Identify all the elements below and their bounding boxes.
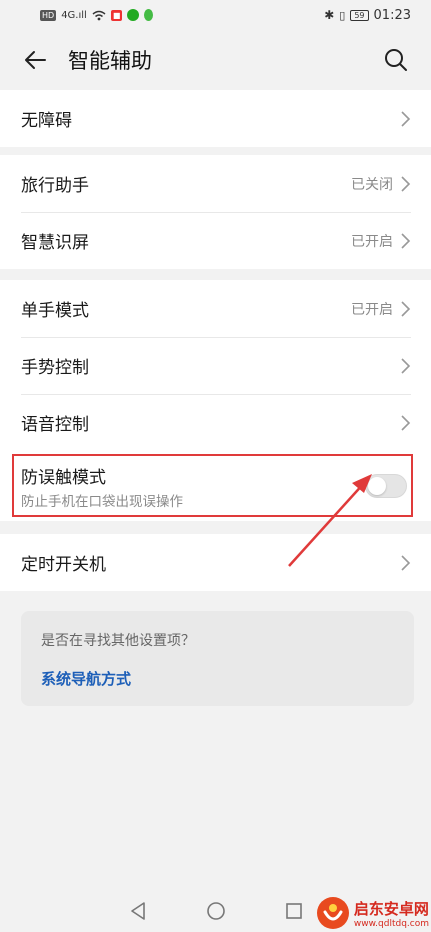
location-icon: [144, 9, 154, 21]
page-title: 智能辅助: [68, 49, 152, 73]
row-label: 定时开关机: [21, 555, 106, 575]
status-right: ✱ ▯ 59 01:23: [324, 8, 411, 23]
vibrate-icon: ▯: [339, 8, 346, 22]
status-bar: HD 4G.ıll ■ ✱ ▯ 59 01:23: [0, 0, 431, 30]
watermark-logo-icon: [316, 897, 349, 929]
nav-recents-icon[interactable]: [283, 900, 305, 922]
settings-card-3: 单手模式 已开启 手势控制 语音控制: [0, 280, 431, 451]
row-label: 语音控制: [21, 415, 89, 435]
highlight-annotation: [12, 454, 413, 517]
row-label: 单手模式: [21, 301, 89, 321]
signal-icon: 4G.ıll: [61, 9, 87, 21]
watermark-text: 启东安卓网: [353, 899, 429, 918]
row-voice-control[interactable]: 语音控制: [0, 394, 431, 451]
app-header: 智能辅助: [0, 30, 431, 90]
back-arrow-icon[interactable]: [20, 45, 50, 75]
settings-card-2: 旅行助手 已关闭 智慧识屏 已开启: [0, 155, 431, 269]
row-gesture-control[interactable]: 手势控制: [0, 337, 431, 394]
row-status: 已开启: [351, 233, 393, 250]
search-icon[interactable]: [381, 45, 411, 75]
row-label: 无障碍: [21, 111, 72, 131]
hd-icon: HD: [40, 9, 57, 21]
row-travel-assistant[interactable]: 旅行助手 已关闭: [0, 155, 431, 212]
settings-card-5: 定时开关机: [0, 534, 431, 591]
row-status: 已开启: [351, 301, 393, 318]
row-accessibility[interactable]: 无障碍: [0, 90, 431, 147]
row-label: 旅行助手: [21, 176, 89, 196]
nav-home-icon[interactable]: [205, 900, 227, 922]
chevron-right-icon: [401, 175, 411, 192]
row-smart-screen[interactable]: 智慧识屏 已开启: [0, 212, 431, 269]
chevron-right-icon: [401, 414, 411, 431]
app-notification-icon-2: [127, 9, 140, 21]
settings-card-1: 无障碍: [0, 90, 431, 147]
watermark-url: www.qdltdq.com: [353, 918, 429, 929]
chevron-right-icon: [401, 554, 411, 571]
row-label: 智慧识屏: [21, 233, 89, 253]
bluetooth-icon: ✱: [324, 8, 335, 22]
row-status: 已关闭: [351, 176, 393, 193]
row-one-hand-mode[interactable]: 单手模式 已开启: [0, 280, 431, 337]
chevron-right-icon: [401, 357, 411, 374]
battery-icon: 59: [350, 9, 369, 21]
app-notification-icon: ■: [110, 9, 123, 21]
suggestion-box: 是否在寻找其他设置项？ 系统导航方式: [21, 611, 414, 706]
suggestion-link[interactable]: 系统导航方式: [41, 668, 394, 689]
chevron-right-icon: [401, 110, 411, 127]
wifi-icon: [92, 10, 106, 20]
nav-back-icon[interactable]: [127, 900, 149, 922]
suggestion-question: 是否在寻找其他设置项？: [41, 633, 195, 649]
watermark: 启东安卓网 www.qdltdq.com: [316, 896, 429, 930]
chevron-right-icon: [401, 300, 411, 317]
status-time: 01:23: [373, 7, 411, 23]
chevron-right-icon: [401, 232, 411, 249]
row-label: 手势控制: [21, 358, 89, 378]
row-scheduled-power[interactable]: 定时开关机: [0, 534, 431, 591]
status-left: HD 4G.ıll ■: [40, 9, 154, 21]
